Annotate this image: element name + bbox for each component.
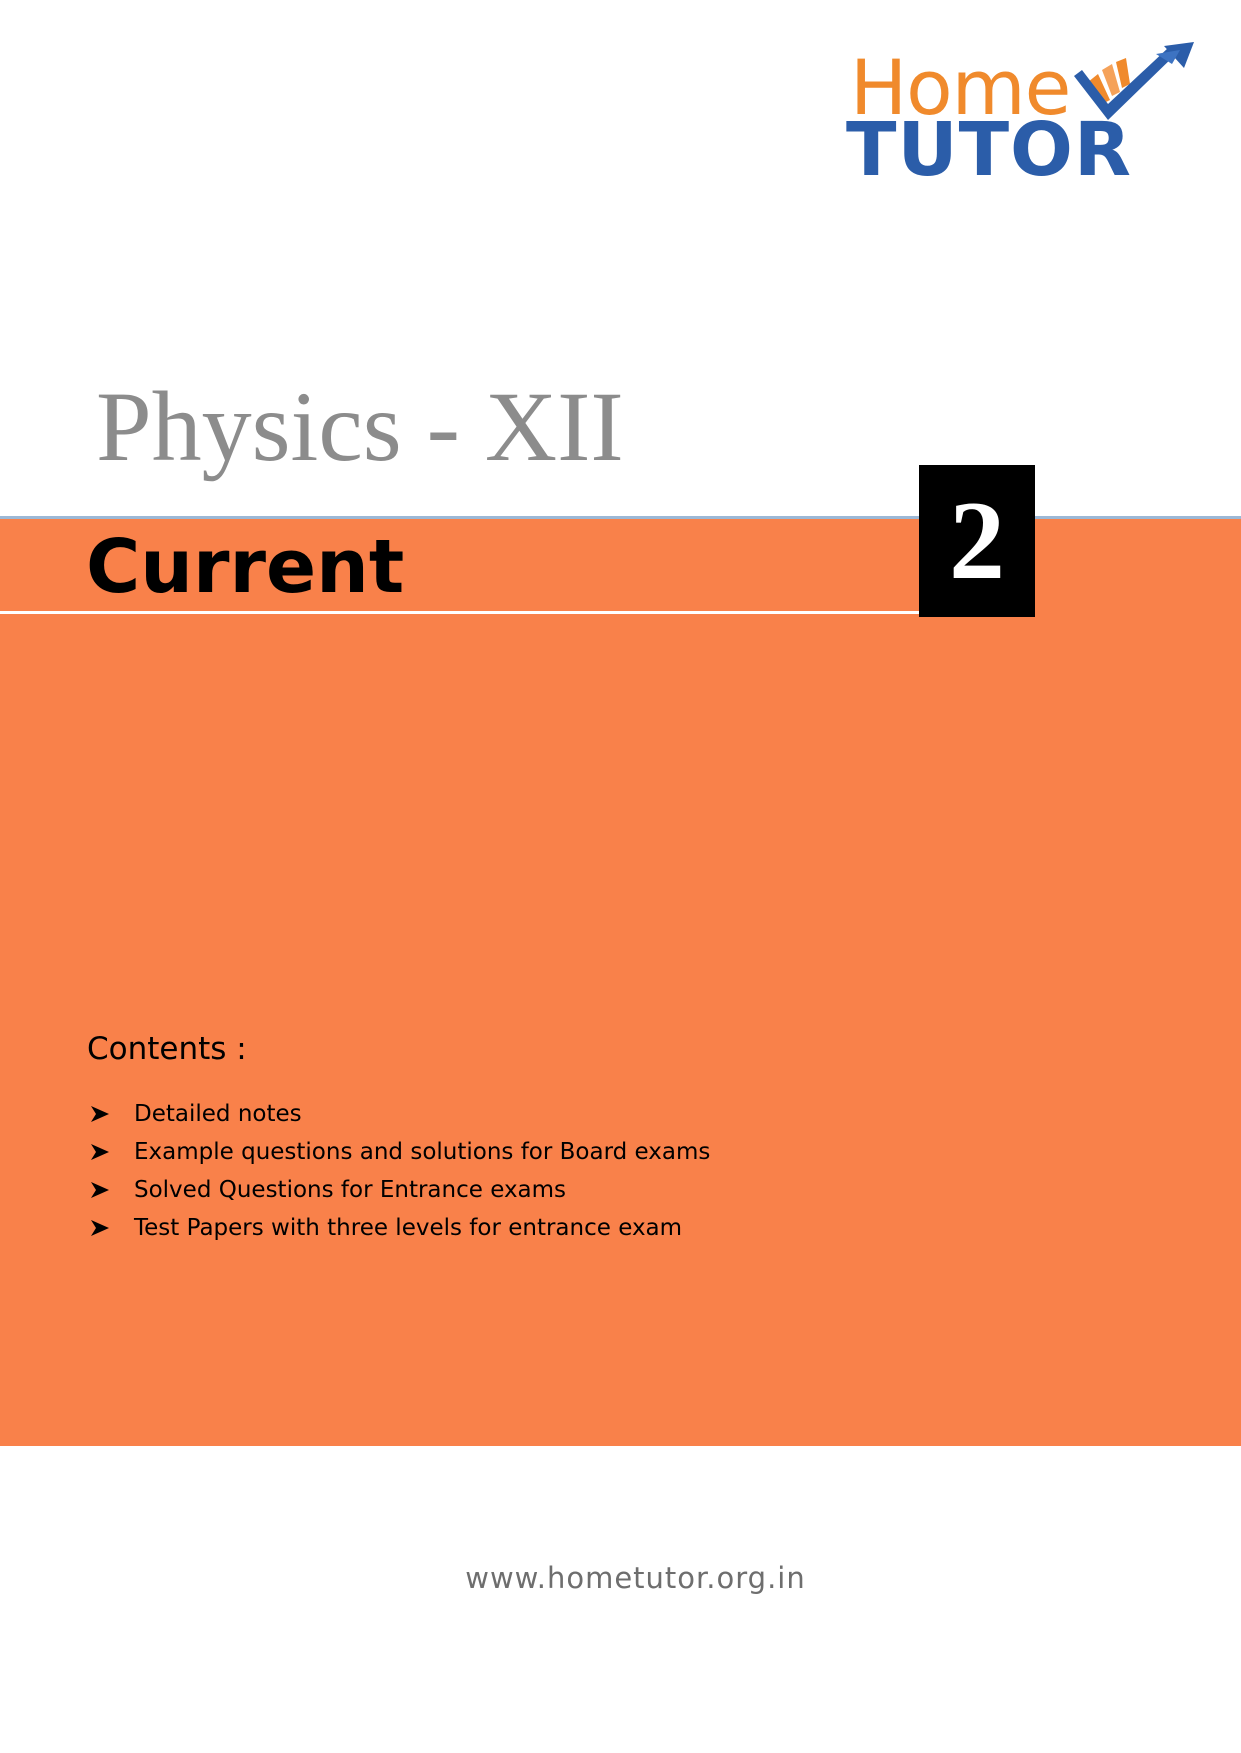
subject-title: Physics - XII [96,371,624,482]
checkmark-arrow-icon [1074,42,1194,120]
cover-page: Home TUTOR Physics - XII Current 2 Conte… [0,0,1241,1753]
arrowhead-bullet-icon [91,1144,109,1160]
arrowhead-bullet-icon [91,1220,109,1236]
contents-heading: Contents : [87,1031,247,1067]
chapter-number-badge: 2 [919,465,1035,617]
divider [0,516,1241,519]
website-link[interactable]: www.hometutor.org.in [0,1556,1241,1600]
list-item-label: Detailed notes [134,1101,302,1127]
home-tutor-logo: Home TUTOR [840,40,1200,190]
chapter-title: Current [86,524,405,610]
arrowhead-bullet-icon [91,1106,109,1122]
list-item-label: Test Papers with three levels for entran… [134,1215,683,1241]
list-item-label: Solved Questions for Entrance exams [134,1177,567,1203]
list-item-label: Example questions and solutions for Boar… [134,1139,711,1165]
chapter-band [0,518,1241,1446]
arrowhead-bullet-icon [91,1182,109,1198]
